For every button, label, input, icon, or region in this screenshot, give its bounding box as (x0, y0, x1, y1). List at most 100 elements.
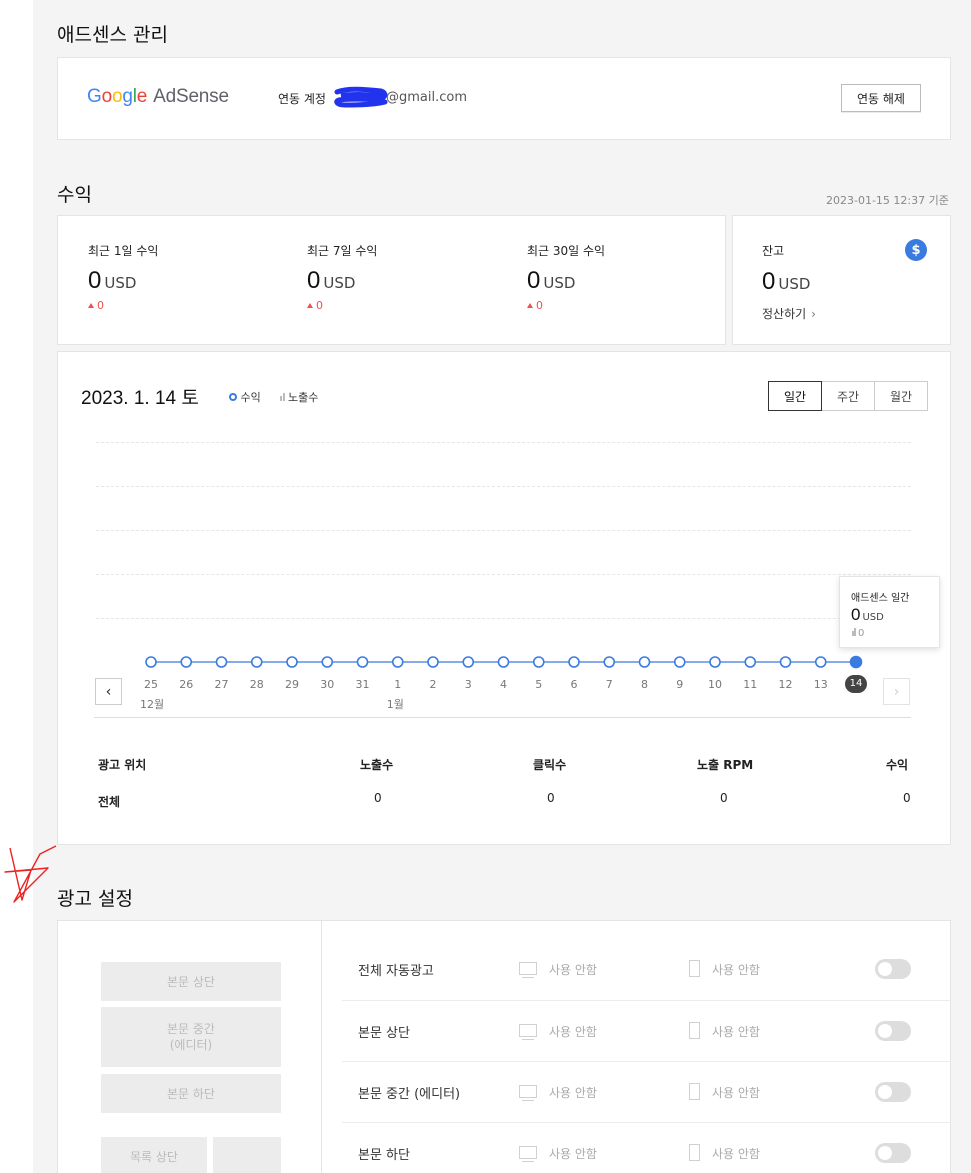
x-tick-label[interactable]: 1 (386, 678, 410, 691)
tab-daily[interactable]: 일간 (768, 381, 822, 411)
table-header-impressions: 노출수 (360, 758, 394, 772)
x-tick-label[interactable]: 4 (492, 678, 516, 691)
mobile-icon (689, 960, 700, 977)
setting-row-label: 본문 상단 (358, 1026, 410, 1041)
x-tick-label[interactable]: 8 (633, 678, 657, 691)
x-tick-label[interactable]: 7 (597, 678, 621, 691)
pc-status: 사용 안함 (549, 1147, 597, 1161)
data-point[interactable] (391, 656, 404, 668)
data-point[interactable] (462, 656, 475, 668)
slot-extra[interactable] (213, 1137, 281, 1173)
chart-next-button[interactable]: › (883, 678, 910, 705)
chart-divider (94, 717, 911, 718)
table-header-rpm: 노출 RPM (697, 758, 754, 772)
table-cell-clicks: 0 (547, 791, 555, 805)
x-tick-label[interactable]: 28 (245, 678, 269, 691)
x-tick-label[interactable]: 3 (456, 678, 480, 691)
data-point[interactable] (497, 656, 510, 668)
x-month-label: 12월 (140, 698, 165, 711)
data-point[interactable] (744, 656, 757, 668)
data-point[interactable] (145, 656, 157, 668)
setting-row-label: 전체 자동광고 (358, 964, 434, 979)
mobile-status: 사용 안함 (712, 1147, 760, 1161)
data-point[interactable] (568, 656, 580, 668)
chart-prev-button[interactable]: ‹ (95, 678, 122, 705)
toggle-body-middle[interactable] (875, 1082, 911, 1102)
data-point[interactable] (849, 655, 863, 669)
x-tick-label[interactable]: 31 (351, 678, 375, 691)
tooltip-value-row: 0 USD (851, 605, 884, 625)
x-tick-label[interactable]: 13 (809, 678, 833, 691)
x-tick-label[interactable]: 11 (738, 678, 762, 691)
chevron-left-icon: ‹ (105, 683, 112, 700)
slot-body-middle[interactable]: 본문 중간 (에디터) (101, 1007, 281, 1067)
slot-body-bottom[interactable]: 본문 하단 (101, 1074, 281, 1113)
row-separator (342, 1061, 950, 1062)
mobile-status: 사용 안함 (712, 1086, 760, 1100)
tooltip-title: 애드센스 일간 (851, 593, 910, 604)
mobile-status: 사용 안함 (712, 1025, 760, 1039)
table-header-clicks: 클릭수 (533, 758, 567, 772)
x-tick-label[interactable]: 26 (174, 678, 198, 691)
toggle-body-top[interactable] (875, 1021, 911, 1041)
revenue-line-chart (145, 655, 863, 669)
chevron-right-icon: › (893, 683, 900, 700)
pc-status: 사용 안함 (549, 1086, 597, 1100)
bar-icon (854, 628, 856, 636)
slot-body-top[interactable]: 본문 상단 (101, 962, 281, 1001)
setting-row-label: 본문 중간 (에디터) (358, 1087, 461, 1102)
x-tick-label[interactable]: 10 (703, 678, 727, 691)
x-tick-label[interactable]: 9 (668, 678, 692, 691)
x-month-label: 1월 (386, 698, 404, 711)
data-point[interactable] (603, 656, 616, 668)
data-point[interactable] (286, 656, 298, 668)
toggle-auto-ads[interactable] (875, 959, 911, 979)
x-tick-label[interactable]: 5 (527, 678, 551, 691)
data-point[interactable] (814, 656, 827, 668)
pc-status: 사용 안함 (549, 1025, 597, 1039)
row-separator (342, 1122, 950, 1123)
mobile-icon (689, 1022, 700, 1039)
data-point[interactable] (709, 656, 721, 668)
desktop-icon (519, 1024, 537, 1040)
row-separator (342, 1000, 950, 1001)
data-point[interactable] (250, 656, 263, 668)
desktop-icon (519, 962, 537, 978)
table-cell-impressions: 0 (374, 791, 382, 805)
table-cell-revenue: 0 (903, 791, 911, 805)
x-tick-label[interactable]: 30 (315, 678, 339, 691)
ad-settings-divider (321, 921, 322, 1173)
data-point[interactable] (779, 656, 792, 668)
x-tick-label[interactable]: 29 (280, 678, 304, 691)
table-cell-rpm: 0 (720, 791, 728, 805)
x-tick-label[interactable]: 27 (210, 678, 234, 691)
data-point[interactable] (215, 656, 228, 668)
data-point[interactable] (673, 656, 686, 668)
x-tick-label[interactable]: 14 (845, 675, 867, 693)
star-annotation (4, 845, 57, 903)
toggle-body-bottom[interactable] (875, 1143, 911, 1163)
tooltip-value: 0 (851, 605, 861, 624)
tooltip-impressions: 0 (852, 628, 864, 639)
setting-row-label: 본문 하단 (358, 1148, 410, 1163)
data-point[interactable] (356, 656, 369, 668)
slot-list-top[interactable]: 목록 상단 (101, 1137, 207, 1173)
mobile-icon (689, 1083, 700, 1100)
x-tick-label[interactable]: 12 (774, 678, 798, 691)
data-point[interactable] (638, 656, 651, 668)
data-point[interactable] (321, 656, 334, 668)
data-point[interactable] (427, 656, 439, 668)
data-point[interactable] (180, 656, 193, 668)
mobile-status: 사용 안함 (712, 963, 760, 977)
x-tick-label[interactable]: 25 (139, 678, 163, 691)
table-header-placement: 광고 위치 (98, 758, 147, 772)
table-cell-placement: 전체 (98, 795, 121, 809)
chart-tooltip: 애드센스 일간 0 USD 0 (839, 576, 940, 648)
desktop-icon (519, 1085, 537, 1101)
desktop-icon (519, 1146, 537, 1162)
ad-settings-title: 광고 설정 (57, 888, 133, 910)
mobile-icon (689, 1144, 700, 1161)
x-tick-label[interactable]: 2 (421, 678, 445, 691)
data-point[interactable] (532, 656, 545, 668)
x-tick-label[interactable]: 6 (562, 678, 586, 691)
